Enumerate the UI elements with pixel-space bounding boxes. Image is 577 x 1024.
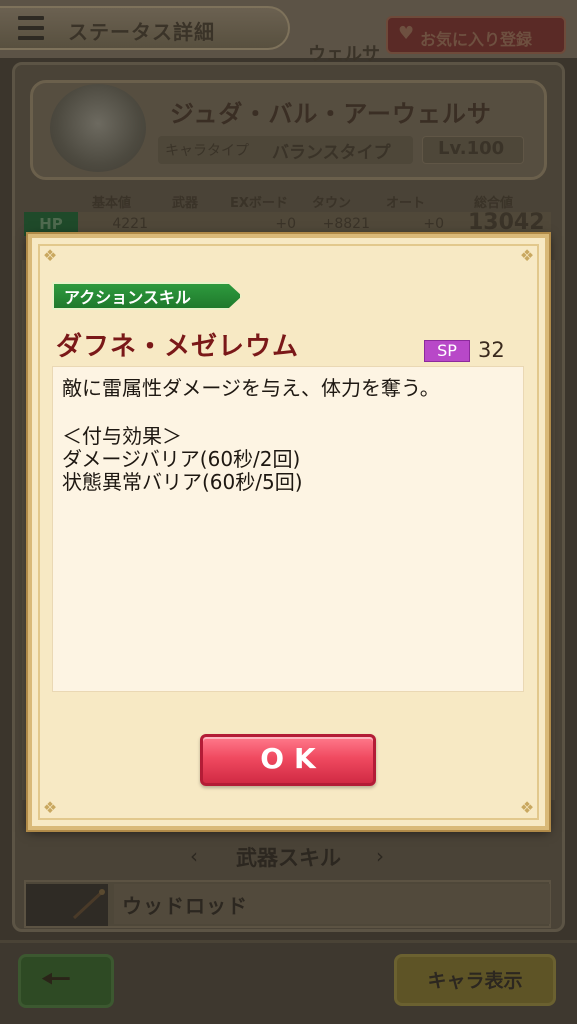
corner-ornament-icon: ❖	[519, 246, 535, 265]
character-type-label: キャラタイプ	[165, 143, 249, 159]
corner-ornament-icon: ❖	[42, 798, 58, 817]
character-name: ジュダ・バル・アーウェルサ	[170, 100, 492, 128]
favorite-button-label: お気に入り登録	[420, 30, 533, 49]
stat-header-auto: オート	[386, 196, 426, 211]
weapon-name: ウッドロッド	[122, 894, 248, 918]
sp-value: 32	[478, 338, 505, 362]
skill-name: ダフネ・メゼレウム	[56, 332, 300, 362]
character-portrait	[50, 84, 146, 172]
hp-base: 4221	[112, 216, 148, 232]
wand-icon	[26, 884, 108, 926]
skill-type-tag-label: アクションスキル	[64, 288, 191, 307]
hp-exboard: +0	[275, 216, 296, 232]
hp-label: HP	[24, 212, 78, 236]
chevron-right-icon[interactable]: ›	[376, 844, 384, 868]
character-type-value: バランスタイプ	[272, 143, 391, 163]
stat-header-exboard: EXボード	[230, 196, 288, 211]
stat-header-weapon: 武器	[172, 196, 199, 211]
corner-ornament-icon: ❖	[42, 246, 58, 265]
stat-header-town: タウン	[312, 196, 352, 211]
hp-auto: +0	[423, 216, 444, 232]
left-arrow-icon: 🠔	[40, 959, 72, 1000]
ok-button-label: OK	[260, 742, 326, 775]
sp-badge: SP	[424, 340, 470, 362]
chara-display-button-label: キャラ表示	[427, 970, 523, 992]
weapon-skill-title: 武器スキル	[236, 846, 341, 870]
skill-description-box	[52, 366, 524, 692]
character-level: Lv.100	[438, 138, 505, 159]
hp-total: 13042	[468, 210, 545, 235]
heart-icon: ♥	[398, 23, 415, 44]
corner-ornament-icon: ❖	[519, 798, 535, 817]
description-line: 敵に雷属性ダメージを与え、体力を奪う。	[62, 376, 440, 400]
stat-header-total: 総合値	[474, 196, 514, 211]
hp-town: +8821	[322, 216, 370, 232]
menu-icon[interactable]	[18, 16, 44, 40]
page-title: ステータス詳細	[68, 20, 215, 44]
stat-header-base: 基本値	[92, 196, 132, 211]
description-line: 状態異常バリア(60秒/5回)	[62, 470, 303, 494]
